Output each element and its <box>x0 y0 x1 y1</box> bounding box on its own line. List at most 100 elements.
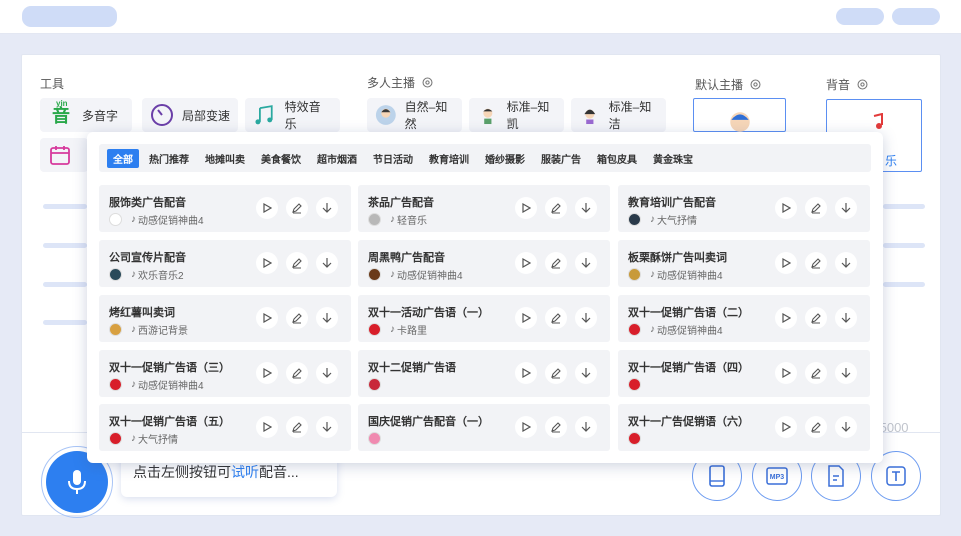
play-button[interactable] <box>515 307 537 329</box>
play-button[interactable] <box>775 362 797 384</box>
download-button[interactable] <box>316 197 338 219</box>
edit-button[interactable] <box>545 252 567 274</box>
download-button[interactable] <box>835 197 857 219</box>
template-item[interactable]: 周黑鸭广告配音 ♪ 动感促销神曲4 <box>358 240 610 287</box>
template-music: ♪ 动感促销神曲4 <box>650 267 723 282</box>
edit-button[interactable] <box>805 362 827 384</box>
category-tab[interactable]: 美食餐饮 <box>255 149 307 168</box>
edit-button[interactable] <box>805 307 827 329</box>
edit-button[interactable] <box>805 416 827 438</box>
play-button[interactable] <box>256 362 278 384</box>
template-item[interactable]: 双十二促销广告语 <box>358 350 610 397</box>
play-button[interactable] <box>256 307 278 329</box>
anchor-avatar <box>109 268 122 281</box>
music-note-icon: ♪ <box>131 269 136 280</box>
play-button[interactable] <box>775 197 797 219</box>
music-note-icon: ♪ <box>390 214 395 225</box>
header-button-placeholder[interactable] <box>836 8 884 25</box>
play-button[interactable] <box>515 252 537 274</box>
category-tab[interactable]: 服装广告 <box>535 149 587 168</box>
download-button[interactable] <box>835 252 857 274</box>
music-note-icon: ♪ <box>131 324 136 335</box>
play-button[interactable] <box>256 197 278 219</box>
template-music-label: 欢乐音乐2 <box>138 271 184 282</box>
tool-partial-speed-button[interactable]: 局部变速 <box>142 98 238 132</box>
play-button[interactable] <box>256 252 278 274</box>
header-button-placeholder[interactable] <box>892 8 940 25</box>
tool-calendar-button[interactable] <box>40 138 88 172</box>
download-button[interactable] <box>575 252 597 274</box>
category-tab[interactable]: 黄金珠宝 <box>647 149 699 168</box>
template-music: ♪ 动感促销神曲4 <box>131 377 204 392</box>
download-button[interactable] <box>575 307 597 329</box>
download-button[interactable] <box>316 416 338 438</box>
download-icon <box>841 203 851 213</box>
anchor-zhiran-button[interactable]: 自然–知然 <box>367 98 462 132</box>
anchor-zhijie-button[interactable]: 标准–知洁 <box>571 98 666 132</box>
download-button[interactable] <box>835 362 857 384</box>
default-anchor-box[interactable] <box>693 98 786 132</box>
play-button[interactable] <box>775 416 797 438</box>
template-item[interactable]: 双十一促销广告语（三） ♪ 动感促销神曲4 <box>99 350 351 397</box>
play-button[interactable] <box>775 307 797 329</box>
category-tab[interactable]: 节日活动 <box>367 149 419 168</box>
gear-icon[interactable] <box>856 78 869 91</box>
template-item[interactable]: 双十一促销广告语（二） ♪ 动感促销神曲4 <box>618 295 870 342</box>
edit-button[interactable] <box>286 307 308 329</box>
download-button[interactable] <box>575 362 597 384</box>
edit-button[interactable] <box>805 197 827 219</box>
template-item[interactable]: 双十一广告促销语（六） <box>618 404 870 451</box>
download-button[interactable] <box>316 252 338 274</box>
anchor-zhikai-button[interactable]: 标准–知凯 <box>469 98 564 132</box>
download-button[interactable] <box>835 307 857 329</box>
tip-highlight: 试听 <box>231 464 259 480</box>
category-tab[interactable]: 全部 <box>107 148 139 168</box>
template-item[interactable]: 双十一促销广告语（四） <box>618 350 870 397</box>
play-button[interactable] <box>515 362 537 384</box>
template-item[interactable]: 双十一促销广告语（五） ♪ 大气抒情 <box>99 404 351 451</box>
download-button[interactable] <box>835 416 857 438</box>
tool-effect-music-button[interactable]: 特效音乐 <box>245 98 340 132</box>
category-tab[interactable]: 地摊叫卖 <box>199 149 251 168</box>
template-item[interactable]: 双十一活动广告语（一） ♪ 卡路里 <box>358 295 610 342</box>
edit-button[interactable] <box>286 416 308 438</box>
category-tab[interactable]: 婚纱摄影 <box>479 149 531 168</box>
template-item[interactable]: 服饰类广告配音 ♪ 动感促销神曲4 <box>99 185 351 232</box>
play-icon <box>522 203 531 213</box>
gear-icon[interactable] <box>421 76 434 89</box>
edit-button[interactable] <box>545 416 567 438</box>
template-item[interactable]: 公司宣传片配音 ♪ 欢乐音乐2 <box>99 240 351 287</box>
download-button[interactable] <box>316 362 338 384</box>
template-title: 双十二促销广告语 <box>368 362 456 374</box>
download-button[interactable] <box>316 307 338 329</box>
template-item[interactable]: 烤红薯叫卖词 ♪ 西游记背景 <box>99 295 351 342</box>
category-tab[interactable]: 教育培训 <box>423 149 475 168</box>
download-icon <box>841 313 851 323</box>
template-item[interactable]: 国庆促销广告配音（一） <box>358 404 610 451</box>
download-button[interactable] <box>575 416 597 438</box>
download-button[interactable] <box>575 197 597 219</box>
play-button[interactable] <box>775 252 797 274</box>
category-tab[interactable]: 箱包皮具 <box>591 149 643 168</box>
edit-icon <box>292 368 302 379</box>
edit-button[interactable] <box>805 252 827 274</box>
edit-button[interactable] <box>545 362 567 384</box>
edit-icon <box>292 422 302 433</box>
category-tab[interactable]: 热门推荐 <box>143 149 195 168</box>
edit-button[interactable] <box>545 307 567 329</box>
edit-button[interactable] <box>286 197 308 219</box>
play-button[interactable] <box>515 197 537 219</box>
anchor-avatar <box>368 378 381 391</box>
gear-icon[interactable] <box>749 78 762 91</box>
template-item[interactable]: 茶品广告配音 ♪ 轻音乐 <box>358 185 610 232</box>
play-button[interactable] <box>515 416 537 438</box>
edit-button[interactable] <box>286 362 308 384</box>
edit-button[interactable] <box>286 252 308 274</box>
play-button[interactable] <box>256 416 278 438</box>
calendar-icon <box>50 146 70 165</box>
tool-polyphone-button[interactable]: 音 yin 多音字 <box>40 98 132 132</box>
category-tab[interactable]: 超市烟酒 <box>311 149 363 168</box>
edit-button[interactable] <box>545 197 567 219</box>
template-item[interactable]: 教育培训广告配音 ♪ 大气抒情 <box>618 185 870 232</box>
template-item[interactable]: 板栗酥饼广告叫卖词 ♪ 动感促销神曲4 <box>618 240 870 287</box>
